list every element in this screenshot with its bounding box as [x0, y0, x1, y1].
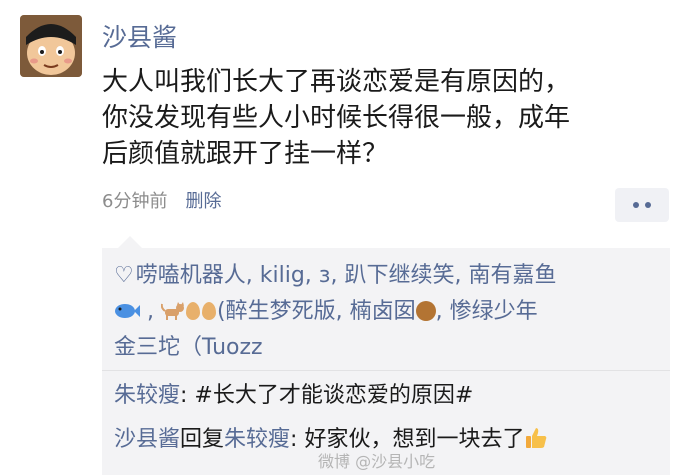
delete-link[interactable]: 删除: [185, 190, 221, 214]
post-text-line: 你没发现有些人小时候长得很一般，成年: [102, 103, 571, 133]
avatar[interactable]: [20, 15, 82, 77]
reply-target[interactable]: 朱较瘦: [224, 427, 290, 452]
bear-icon: [415, 301, 436, 321]
post-text: 大人叫我们长大了再谈恋爱是有原因的， 你没发现有些人小时候长得很一般，成年 后颜…: [102, 64, 662, 172]
like-name[interactable]: 唠嗑机器人: [136, 263, 246, 288]
heart-icon: ♡: [114, 263, 134, 288]
like-name[interactable]: 金三坨（Tuozz: [114, 335, 263, 360]
fish-icon: [114, 299, 147, 324]
panel-caret: [118, 236, 142, 248]
comment-item[interactable]: 朱较瘦: #长大了才能谈恋爱的原因#: [114, 380, 473, 412]
watermark: 微博 @沙县小吃: [318, 452, 436, 471]
egg-icon: [202, 302, 216, 320]
more-actions-button[interactable]: [615, 188, 669, 222]
egg-icon: [186, 302, 200, 320]
cartoon-avatar-image: [20, 15, 82, 77]
like-name[interactable]: (醉生梦死版: [217, 299, 336, 324]
comment-text: 好家伙，想到一块去了: [304, 427, 525, 452]
comment-separator: :: [290, 427, 305, 452]
more-dot-icon: [645, 202, 651, 208]
cat-icon: [160, 296, 185, 320]
post-author-name[interactable]: 沙县酱: [102, 22, 177, 54]
like-name[interactable]: 楠卤囡: [350, 299, 416, 324]
likes-list: ♡唠嗑机器人, kilig, з, 趴下继续笑, 南有嘉鱼 , (醉生梦死版, …: [114, 263, 557, 360]
like-name[interactable]: з: [319, 263, 331, 288]
post-timestamp: 6分钟前: [102, 191, 168, 212]
post-text-line: 后颜值就跟开了挂一样？: [102, 139, 389, 169]
more-dot-icon: [633, 202, 639, 208]
like-name[interactable]: 惨绿少年: [450, 299, 538, 324]
comments-divider: [102, 370, 670, 371]
reply-word: 回复: [180, 427, 225, 452]
comment-separator: :: [180, 383, 195, 408]
comment-author[interactable]: 沙县酱: [114, 427, 180, 452]
comment-author[interactable]: 朱较瘦: [114, 383, 180, 408]
like-name[interactable]: 南有嘉鱼: [469, 263, 557, 288]
thumbs-up-icon: [524, 426, 548, 460]
post-meta: 6分钟前 删除: [102, 190, 221, 214]
like-name[interactable]: kilig: [260, 263, 305, 288]
like-name[interactable]: 趴下继续笑: [345, 263, 455, 288]
post-text-line: 大人叫我们长大了再谈恋爱是有原因的，: [102, 67, 571, 97]
comment-text: #长大了才能谈恋爱的原因#: [194, 383, 474, 408]
